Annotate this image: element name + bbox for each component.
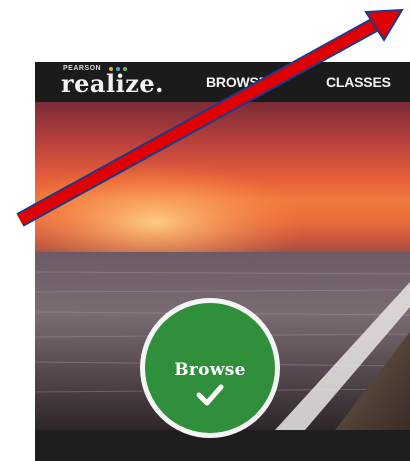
logo-brand-main: realize. <box>61 69 164 98</box>
top-navigation-bar: PEARSON realize. BROWSE CLASSES <box>35 62 410 102</box>
nav-browse[interactable]: BROWSE <box>206 74 268 90</box>
checkmark-icon <box>196 384 224 406</box>
browse-button-label: Browse <box>174 360 246 380</box>
pearson-realize-screenshot: PEARSON realize. BROWSE CLASSES Browse <box>35 62 410 461</box>
nav-classes[interactable]: CLASSES <box>326 74 391 90</box>
browse-button[interactable]: Browse <box>140 298 280 438</box>
realize-logo[interactable]: PEARSON realize. <box>61 65 191 99</box>
